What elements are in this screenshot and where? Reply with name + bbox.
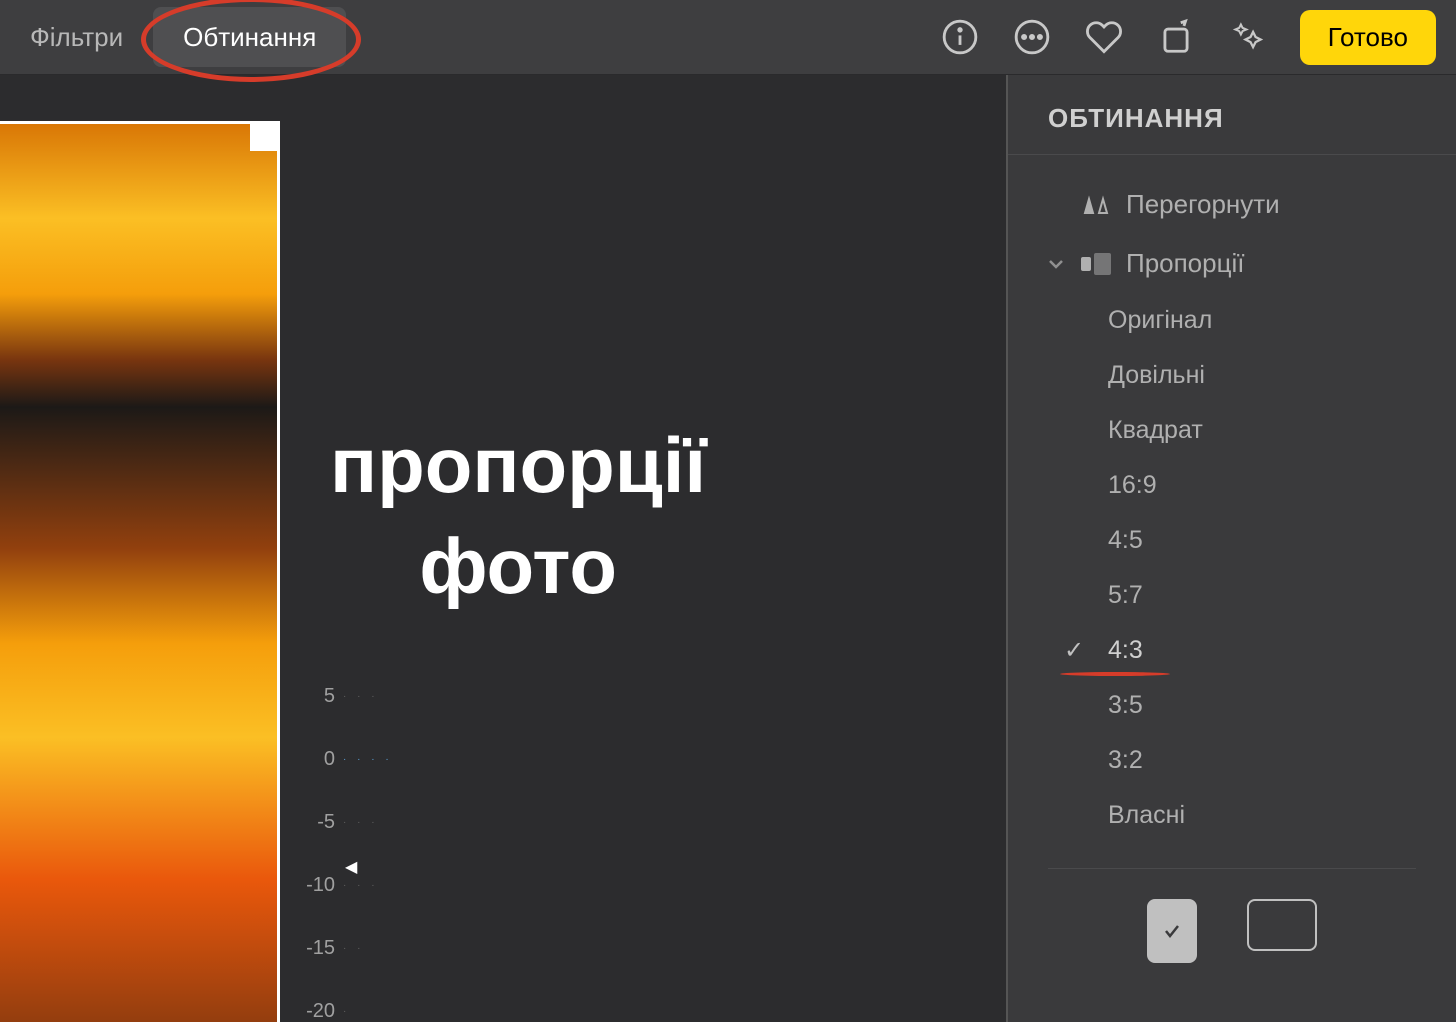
- tab-label: Фільтри: [30, 22, 123, 53]
- dial-label: -10: [285, 874, 335, 897]
- orientation-portrait[interactable]: [1147, 899, 1197, 963]
- aspect-icon: [1080, 253, 1112, 275]
- dial-dots: ·: [343, 1006, 350, 1017]
- aspect-row[interactable]: Пропорції: [1048, 234, 1416, 293]
- rotation-dial[interactable]: 5 · · · 0 · · · · -5 · · · -10 · · · -15 · · …: [285, 685, 393, 1022]
- aspect-label: Пропорції: [1126, 248, 1245, 279]
- flip-icon: [1080, 193, 1112, 217]
- heart-icon[interactable]: [1084, 17, 1124, 57]
- chevron-down-icon: [1048, 248, 1066, 279]
- photo-preview[interactable]: [0, 121, 280, 1022]
- sidebar-title: ОБТИНАННЯ: [1008, 103, 1456, 155]
- sidebar-sections: Перегорнути Пропорції Оригінал Довільні …: [1008, 175, 1456, 843]
- auto-enhance-icon[interactable]: [1228, 17, 1268, 57]
- dial-label: -20: [285, 1000, 335, 1022]
- more-icon[interactable]: [1012, 17, 1052, 57]
- aspect-5-7[interactable]: 5:7: [1108, 568, 1416, 623]
- dial-dots: · · ·: [343, 817, 379, 828]
- dial-label: 0: [285, 748, 335, 771]
- aspect-3-2[interactable]: 3:2: [1108, 733, 1416, 788]
- aspect-3-5[interactable]: 3:5: [1108, 678, 1416, 733]
- aspect-custom[interactable]: Власні: [1108, 788, 1416, 843]
- aspect-original[interactable]: Оригінал: [1108, 293, 1416, 348]
- aspect-freeform[interactable]: Довільні: [1108, 348, 1416, 403]
- flip-label: Перегорнути: [1126, 189, 1280, 220]
- tab-label: Обтинання: [183, 22, 316, 53]
- tab-filters[interactable]: Фільтри: [0, 7, 153, 67]
- aspect-options: Оригінал Довільні Квадрат 16:9 4:5 5:7 ✓…: [1048, 293, 1416, 843]
- canvas: пропорції фото 5 · · · 0 · · · · -5 · · · -…: [0, 75, 1006, 1022]
- rotate-icon[interactable]: [1156, 17, 1196, 57]
- flip-row[interactable]: Перегорнути: [1048, 175, 1416, 234]
- dial-label: 5: [285, 685, 335, 708]
- orientation-toggle: [1008, 869, 1456, 993]
- checkmark-icon: ✓: [1064, 636, 1084, 665]
- aspect-4-3[interactable]: ✓ 4:3: [1108, 623, 1416, 678]
- dial-label: -5: [285, 811, 335, 834]
- overlay-caption: пропорції фото: [330, 415, 706, 618]
- aspect-4-5[interactable]: 4:5: [1108, 513, 1416, 568]
- orientation-landscape[interactable]: [1247, 899, 1317, 951]
- main-area: пропорції фото 5 · · · 0 · · · · -5 · · · -…: [0, 75, 1456, 1022]
- dial-dots: · ·: [343, 943, 364, 954]
- aspect-square[interactable]: Квадрат: [1108, 403, 1416, 458]
- crop-sidebar: ОБТИНАННЯ Перегорнути Пропорції Оригінал: [1006, 75, 1456, 1022]
- top-toolbar: Фільтри Обтинання Готово: [0, 0, 1456, 75]
- dial-pointer-icon: ◀: [345, 857, 357, 877]
- dial-dots: · · · ·: [343, 754, 393, 765]
- done-label: Готово: [1328, 22, 1408, 52]
- dial-dots: · · ·: [343, 880, 379, 891]
- annotation-underline: [1060, 672, 1170, 676]
- dial-dots: · · ·: [343, 691, 379, 702]
- aspect-16-9[interactable]: 16:9: [1108, 458, 1416, 513]
- done-button[interactable]: Готово: [1300, 10, 1436, 65]
- toolbar-actions: Готово: [940, 10, 1436, 65]
- dial-label: -15: [285, 937, 335, 960]
- tab-crop[interactable]: Обтинання: [153, 7, 346, 67]
- mode-tabs: Фільтри Обтинання: [0, 0, 346, 74]
- info-icon[interactable]: [940, 17, 980, 57]
